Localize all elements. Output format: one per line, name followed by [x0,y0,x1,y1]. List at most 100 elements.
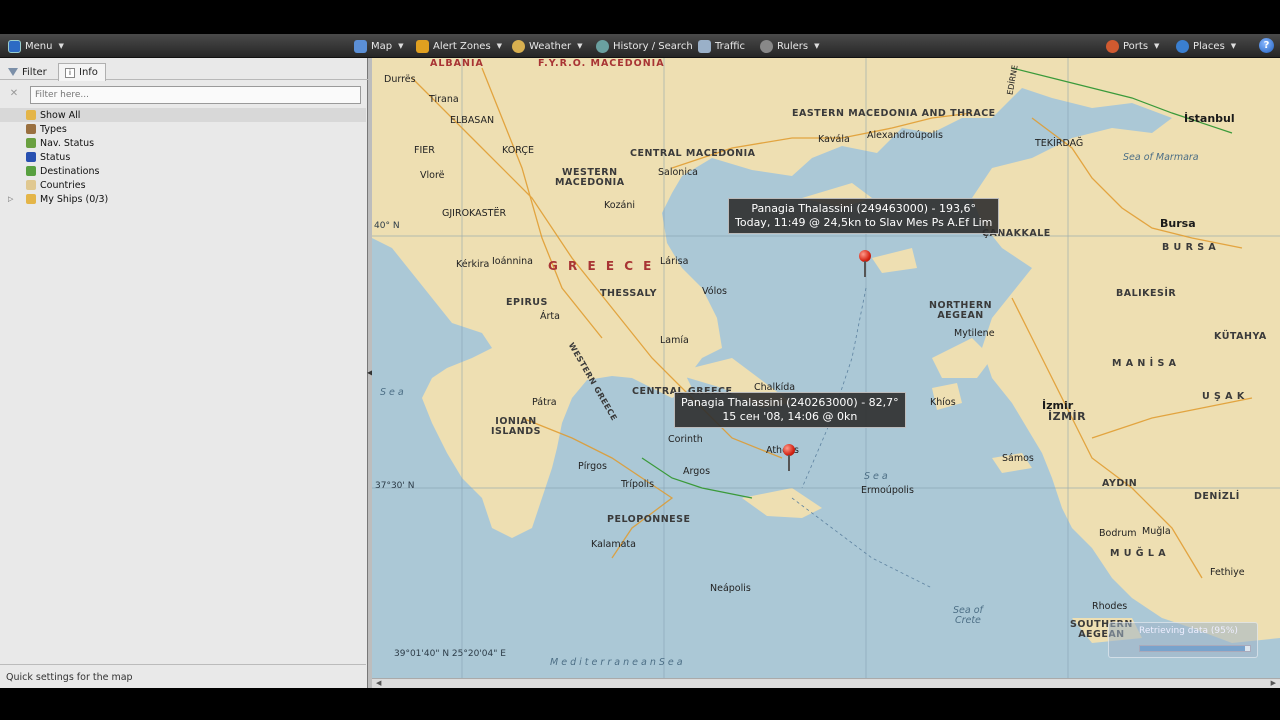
vessel-tooltip-1[interactable]: Panagia Thalassini (249463000) - 193,6° … [728,198,1000,234]
tree-item-countries[interactable]: Countries [0,178,366,192]
weather-label: Weather [529,40,572,52]
tree-item-label: Status [40,151,71,163]
vessel-pin-1[interactable] [859,250,871,278]
label-manisa: M A N İ S A [1112,358,1177,369]
chevron-down-icon: ▼ [1154,42,1160,50]
scroll-left-icon[interactable]: ◀ [376,679,381,687]
map-button[interactable]: Map ▼ [354,34,404,58]
label-sea-marmara: Sea of Marmara [1123,152,1199,163]
tab-info[interactable]: i Info [58,63,106,81]
chevron-down-icon: ▼ [496,42,503,50]
city-alexandroupoli: Alexandroúpolis [867,130,943,141]
help-icon[interactable]: ? [1259,38,1274,53]
history-icon [596,39,609,53]
city-mugla: Muğla [1142,526,1171,537]
funnel-icon [8,68,18,76]
expand-icon[interactable]: ▷ [8,195,13,203]
tree-item-label: Destinations [40,165,100,177]
map-horizontal-scrollbar[interactable]: ◀ ▶ [372,678,1280,688]
tree-item-status[interactable]: Status [0,150,366,164]
destination-icon [26,166,36,176]
city-tekirdag: TEKİRDAĞ [1035,138,1084,149]
city-istanbul: İstanbul [1184,112,1235,125]
tree-item-label: Show All [40,109,81,121]
tree-item-label: Nav. Status [40,137,95,149]
globe-icon [1176,39,1189,53]
progress-fill [1140,646,1245,651]
label-albania: ALBANIA [430,58,484,69]
city-izmir: İzmir [1042,399,1074,412]
vessel-tooltip-2[interactable]: Panagia Thalassini (240263000) - 82,7° 1… [674,392,906,428]
land-attica [742,488,822,518]
city-thessaloniki: Salonica [658,167,699,178]
alert-icon [416,39,429,53]
tree-item-show-all[interactable]: Show All [0,108,366,122]
city-lamia: Lamía [660,335,689,346]
filter-input[interactable] [30,86,361,104]
chevron-down-icon: ▼ [1230,42,1237,50]
weather-button[interactable]: Weather ▼ [512,34,583,58]
label-bursa-region: B U R S A [1162,242,1217,253]
label-sea-med: M e d i t e r r a n e a n S e a [550,657,683,668]
scroll-right-icon[interactable]: ▶ [1271,679,1276,687]
tab-filter[interactable]: Filter [2,63,53,81]
label-lat-40: 40° N [374,221,400,231]
left-panel: Filter i Info ✕ Show All Types Nav. Stat… [0,58,368,688]
menu-button[interactable]: Menu ▼ [8,34,64,58]
label-ionian-islands: IONIAN ISLANDS [491,416,541,437]
tree-item-types[interactable]: Types [0,122,366,136]
city-patra: Pátra [532,397,557,408]
clear-icon[interactable]: ✕ [8,88,20,100]
places-button[interactable]: Places ▼ [1176,34,1236,58]
ports-button[interactable]: Ports ▼ [1106,34,1159,58]
tooltip-line2: Today, 11:49 @ 24,5kn to Slav Mes Ps A.E… [735,216,993,229]
alert-zones-button[interactable]: Alert Zones ▼ [416,34,502,58]
status-bar: Quick settings for the map [0,664,366,688]
tree-item-my-ships[interactable]: ▷ My Ships (0/3) [0,192,366,206]
city-tripolis: Trípolis [621,479,655,490]
folder-icon [26,194,36,204]
island-limnos [872,248,917,273]
history-search-button[interactable]: History / Search [596,34,693,58]
tree-item-nav-status[interactable]: Nav. Status [0,136,366,150]
ruler-icon [760,39,773,53]
pin-stick [788,455,790,471]
tree-item-destinations[interactable]: Destinations [0,164,366,178]
tree-item-label: Types [40,123,67,135]
city-ioannina: Ioánnina [492,256,533,267]
city-fier: FIER [414,145,435,156]
city-arta: Árta [540,311,560,322]
status-icon [26,152,36,162]
city-ermoupolis: Ermoúpolis [861,485,914,496]
label-greece: G R E E C E [548,259,655,273]
chevron-down-icon: ▼ [398,42,404,50]
city-samos: Sámos [1002,453,1034,464]
filter-tree: Show All Types Nav. Status Status Destin… [0,108,366,206]
ports-icon [1106,39,1119,53]
tab-info-label: Info [79,67,98,78]
city-rhodes: Rhodes [1092,601,1128,612]
label-sea-crete: Sea of Crete [953,605,983,626]
label-fyrom: F.Y.R.O. MACEDONIA [538,58,665,69]
label-e-macedonia: EASTERN MACEDONIA AND THRACE [792,108,996,119]
city-chios: Khíos [930,397,956,408]
tree-item-label: My Ships (0/3) [40,193,109,205]
traffic-button[interactable]: Traffic [698,34,745,58]
cursor-coordinates: 39°01'40" N 25°20'04" E [394,649,506,659]
ports-label: Ports [1123,40,1149,52]
label-c-macedonia: CENTRAL MACEDONIA [630,148,756,159]
city-corinth: Corinth [668,434,703,445]
rulers-button[interactable]: Rulers ▼ [760,34,819,58]
places-label: Places [1193,40,1225,52]
city-argos: Argos [683,466,711,477]
tooltip-line2: 15 сен '08, 14:06 @ 0kn [722,410,858,423]
traffic-label: Traffic [715,40,746,52]
city-kalamata: Kalamata [591,539,636,550]
map-icon [354,39,367,53]
folder-icon [26,110,36,120]
label-kutahya: KÜTAHYA [1214,331,1267,342]
city-mytilene: Mytilene [954,328,995,339]
alert-zones-label: Alert Zones [433,40,491,52]
vessel-pin-2[interactable] [783,444,795,472]
map-view[interactable]: ALBANIA F.Y.R.O. MACEDONIA G R E E C E W… [372,58,1280,678]
